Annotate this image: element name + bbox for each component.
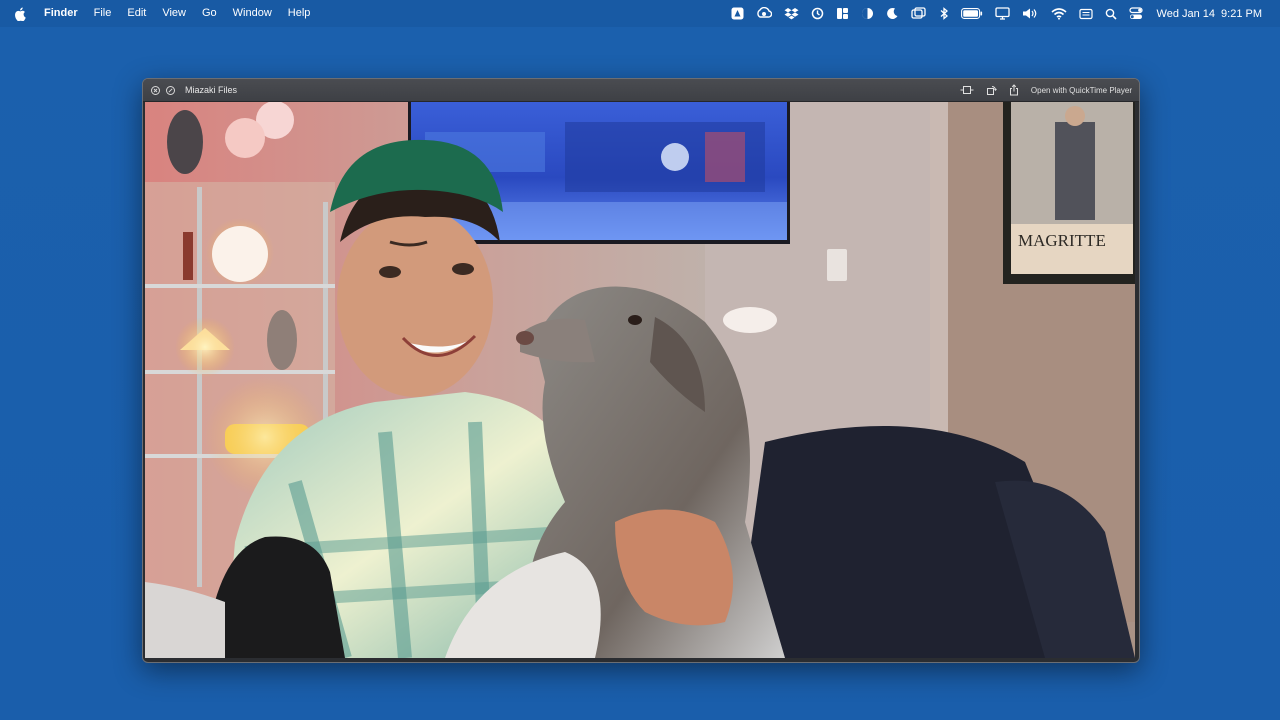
- sync-icon[interactable]: [805, 0, 830, 27]
- share-icon[interactable]: [1003, 84, 1025, 96]
- menu-window[interactable]: Window: [225, 0, 280, 27]
- poster-text: MAGRITTE: [1018, 231, 1106, 250]
- clock-time: 9:21 PM: [1221, 7, 1262, 20]
- control-center-icon[interactable]: [1123, 0, 1149, 27]
- menu-go[interactable]: Go: [194, 0, 225, 27]
- display-icon[interactable]: [989, 0, 1016, 27]
- wifi-icon[interactable]: [1045, 0, 1073, 27]
- clock-date: Wed Jan 14: [1156, 7, 1216, 20]
- window-title: Miazaki Files: [185, 85, 238, 95]
- menu-file[interactable]: File: [86, 0, 120, 27]
- menu-bar: Finder File Edit View Go Window Help Wed…: [0, 0, 1280, 27]
- bluetooth-icon[interactable]: [933, 0, 955, 27]
- keyboard-input-icon[interactable]: [1073, 0, 1099, 27]
- window-titlebar[interactable]: Miazaki Files Open with QuickTime Player: [143, 79, 1139, 102]
- apple-menu-icon[interactable]: [0, 0, 36, 27]
- screen-mirroring-icon[interactable]: [905, 0, 933, 27]
- menu-help[interactable]: Help: [280, 0, 319, 27]
- focus-moon-icon[interactable]: [880, 0, 905, 27]
- menu-clock[interactable]: Wed Jan 14 9:21 PM: [1149, 0, 1268, 27]
- menu-edit[interactable]: Edit: [119, 0, 154, 27]
- trim-icon[interactable]: [954, 85, 980, 95]
- spotlight-icon[interactable]: [1099, 0, 1123, 27]
- menu-view[interactable]: View: [154, 0, 194, 27]
- window-manager-icon[interactable]: [830, 0, 855, 27]
- volume-icon[interactable]: [1016, 0, 1045, 27]
- backup-icon[interactable]: [750, 0, 778, 27]
- battery-icon[interactable]: [955, 0, 989, 27]
- creative-cloud-icon[interactable]: [725, 0, 750, 27]
- open-with-quicktime-button[interactable]: Open with QuickTime Player: [1031, 86, 1132, 95]
- quick-look-window: Miazaki Files Open with QuickTime Player: [142, 78, 1140, 663]
- close-icon[interactable]: [150, 85, 160, 95]
- dropbox-icon[interactable]: [778, 0, 805, 27]
- desktop: Finder File Edit View Go Window Help Wed…: [0, 0, 1280, 720]
- rotate-icon[interactable]: [980, 85, 1003, 96]
- video-frame-illustration: MAGRITTE: [145, 102, 1135, 658]
- fullscreen-icon[interactable]: [165, 85, 175, 95]
- menu-finder[interactable]: Finder: [36, 0, 86, 27]
- video-preview[interactable]: MAGRITTE: [145, 102, 1135, 658]
- screen-time-icon[interactable]: [855, 0, 880, 27]
